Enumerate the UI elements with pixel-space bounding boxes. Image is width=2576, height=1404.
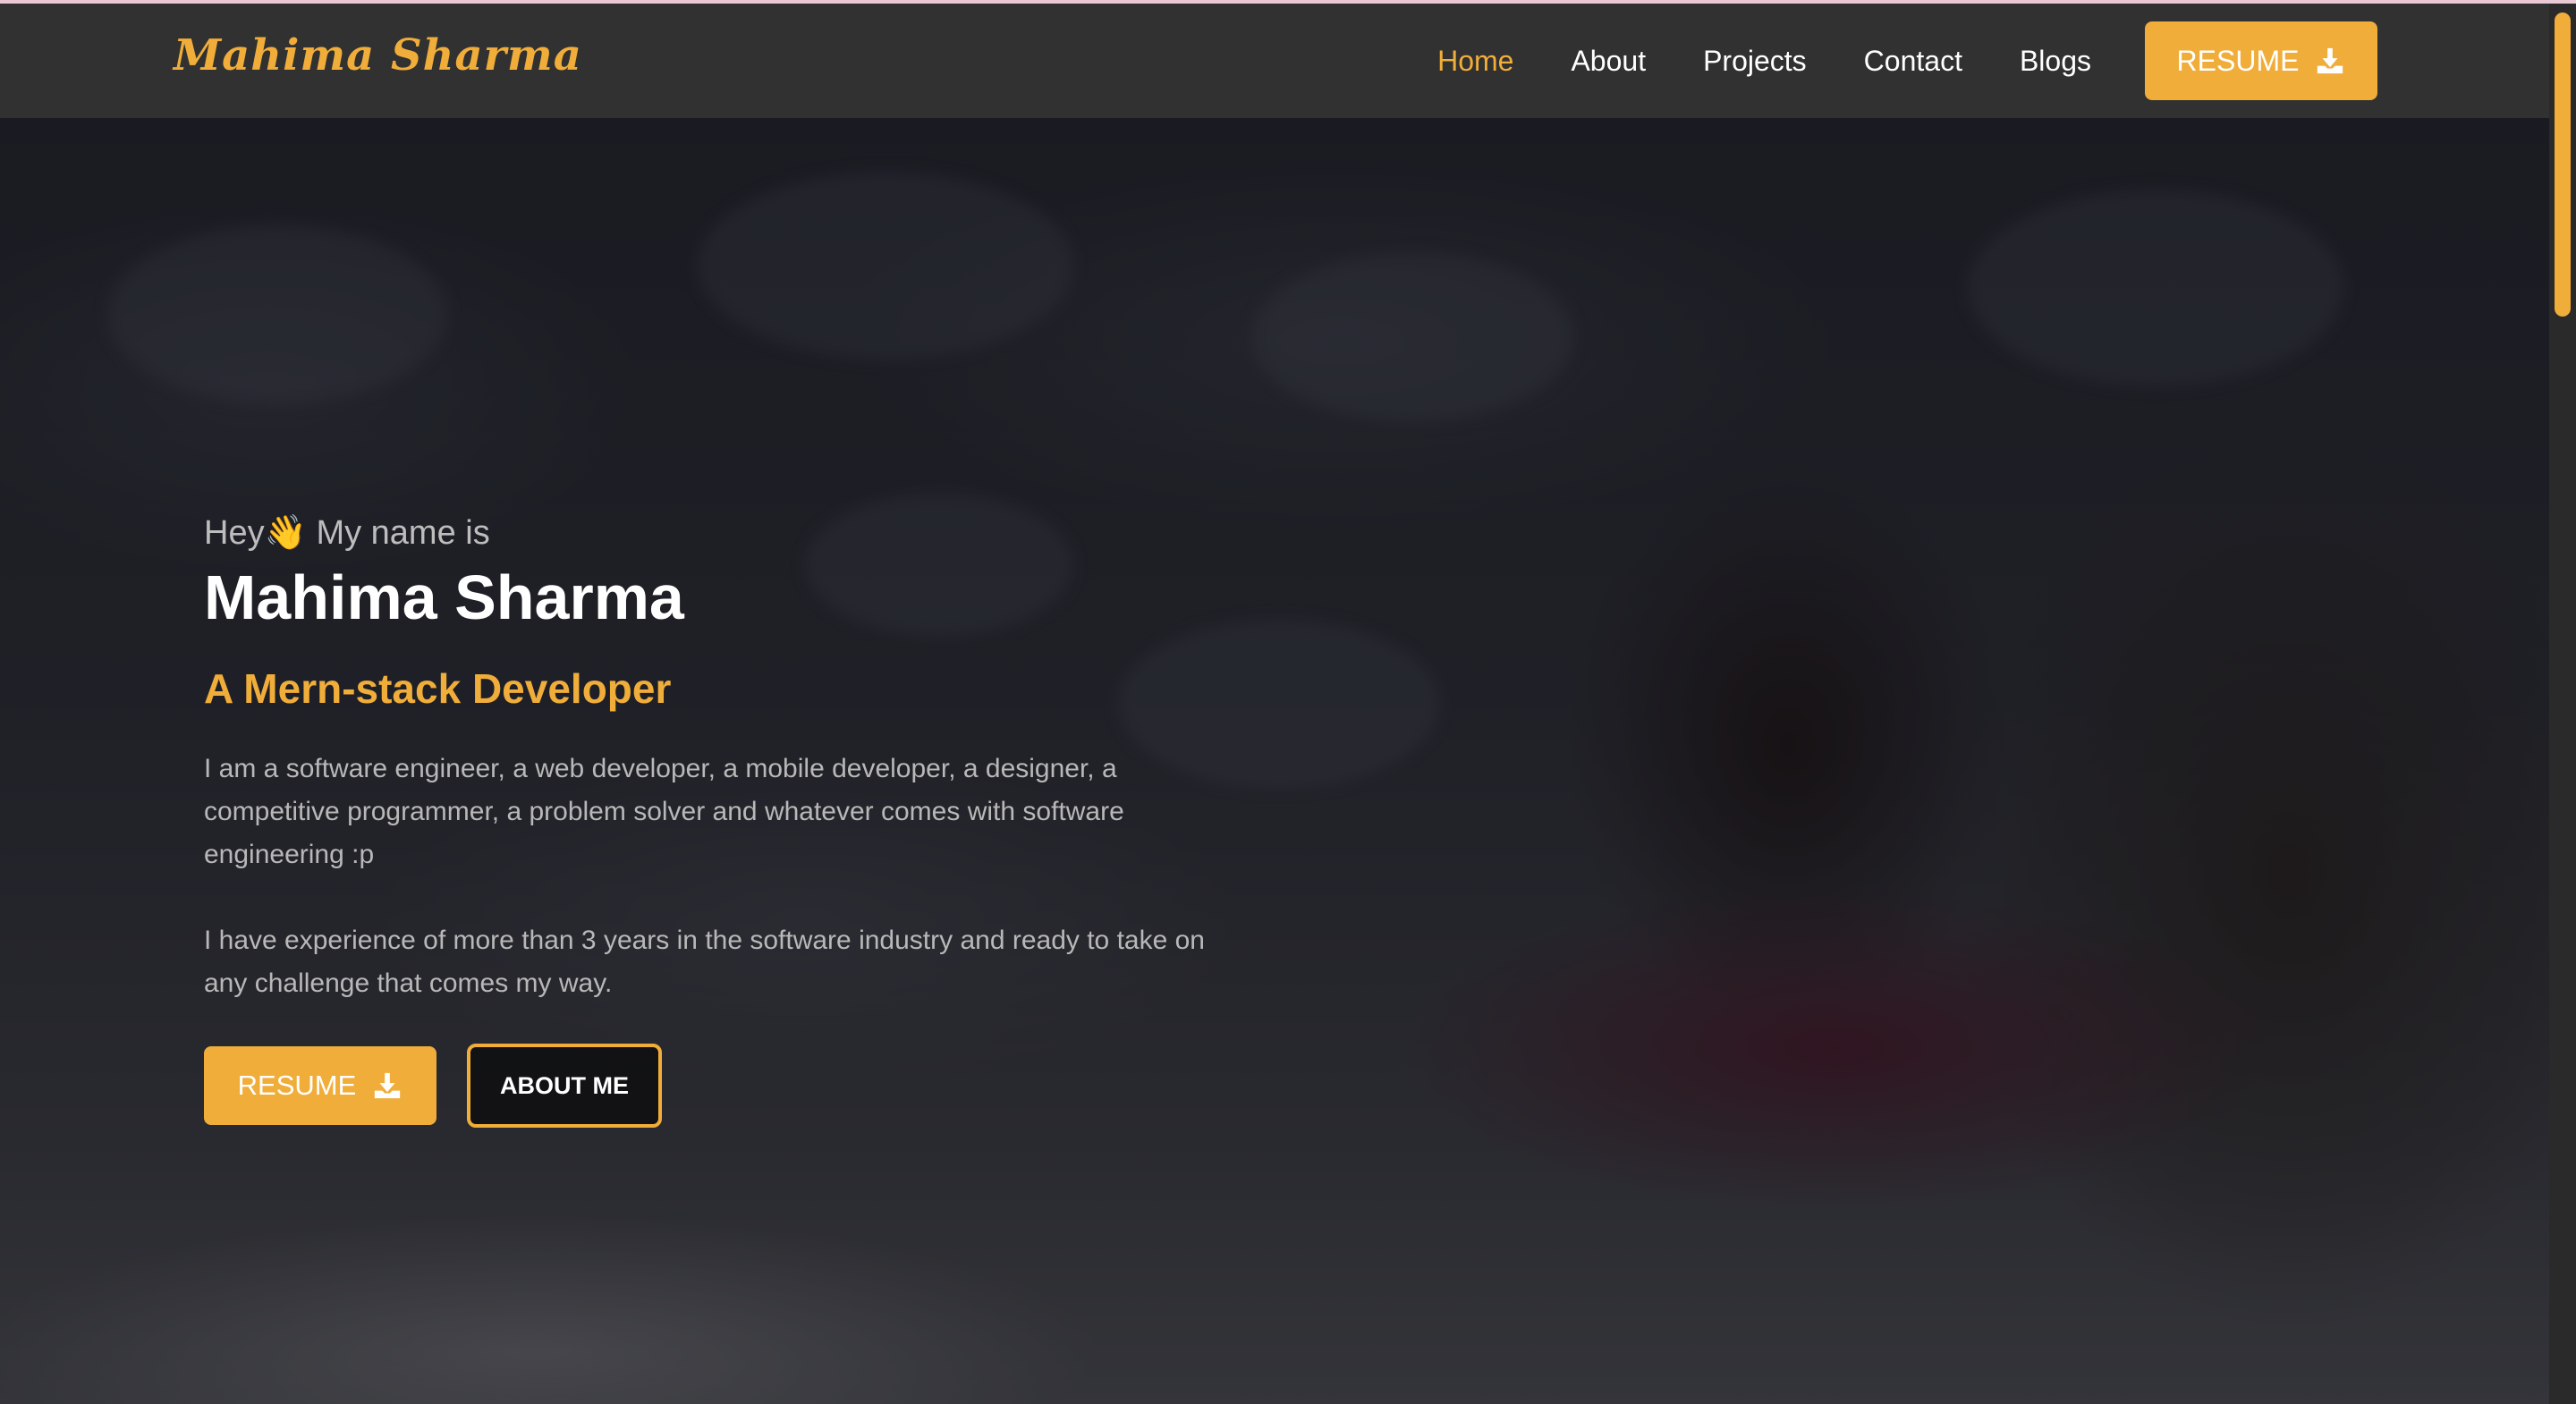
page-scrollbar[interactable] xyxy=(2549,4,2576,1404)
nav-resume-button[interactable]: RESUME xyxy=(2145,21,2377,100)
download-icon xyxy=(375,1072,401,1099)
nav-link-contact[interactable]: Contact xyxy=(1864,43,1962,79)
nav-link-blogs[interactable]: Blogs xyxy=(2020,43,2091,79)
top-border xyxy=(0,0,2576,4)
scrollbar-thumb[interactable] xyxy=(2555,13,2571,317)
portfolio-page: Mahima Sharma Home About Projects Contac… xyxy=(0,0,2576,1404)
hero-role: A Mern-stack Developer xyxy=(204,665,672,712)
hero-resume-button[interactable]: RESUME xyxy=(204,1046,436,1125)
nav-links: Home About Projects Contact Blogs xyxy=(1380,43,2091,79)
about-me-button[interactable]: ABOUT ME xyxy=(467,1044,662,1128)
hero-name: Mahima Sharma xyxy=(204,562,684,632)
nav-link-home[interactable]: Home xyxy=(1437,43,1513,79)
hero-greeting: Hey👋 My name is xyxy=(204,514,490,552)
navbar: Mahima Sharma Home About Projects Contac… xyxy=(0,4,2549,118)
hero-description: I am a software engineer, a web develope… xyxy=(204,754,1124,869)
hero-resume-label: RESUME xyxy=(237,1070,357,1101)
download-icon xyxy=(2318,47,2343,74)
hero-experience: I have experience of more than 3 years i… xyxy=(204,926,1205,998)
nav-link-about[interactable]: About xyxy=(1571,43,1646,79)
hero-buttons: RESUME ABOUT ME xyxy=(204,1044,662,1128)
nav-resume-label: RESUME xyxy=(2176,44,2300,77)
nav-link-projects[interactable]: Projects xyxy=(1703,43,1807,79)
brand-logo[interactable]: Mahima Sharma xyxy=(174,30,582,80)
hero-content: Hey👋 My name is Mahima Sharma A Mern-sta… xyxy=(204,508,1277,1128)
